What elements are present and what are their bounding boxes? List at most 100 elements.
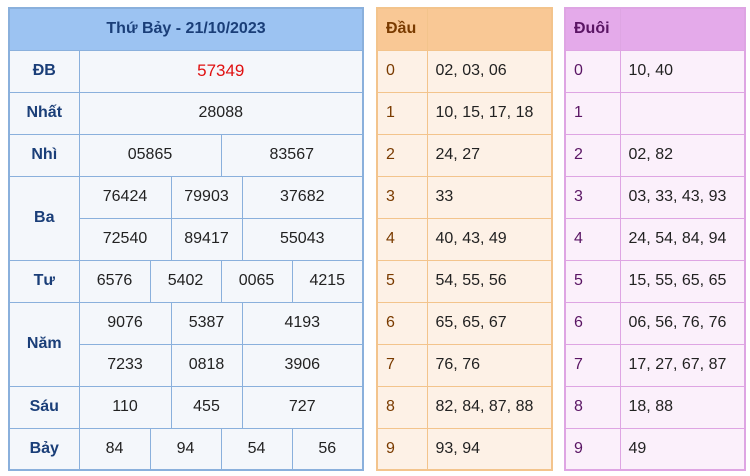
results-table: Thứ Bảy - 21/10/2023 ĐB 57349 Nhất 28088…	[8, 7, 365, 471]
duoi-row: 0 10, 40	[564, 49, 746, 93]
prize-value: 83567	[220, 133, 364, 177]
dau-key: 9	[376, 427, 428, 471]
prize-value: 54	[220, 427, 293, 471]
dau-row: 6 65, 65, 67	[376, 301, 553, 345]
dau-row: 7 76, 76	[376, 343, 553, 387]
prize-value: 79903	[170, 175, 243, 219]
dau-key: 4	[376, 217, 428, 261]
dau-value: 54, 55, 56	[426, 259, 553, 303]
prize-row-bay: Bảy 84 94 54 56	[8, 427, 364, 471]
duoi-value: 24, 54, 84, 94	[619, 217, 746, 261]
prize-value: 5402	[149, 259, 222, 303]
prize-value: 5387	[170, 301, 243, 345]
prize-value: 05865	[78, 133, 222, 177]
dau-key: 3	[376, 175, 428, 219]
dau-value: 82, 84, 87, 88	[426, 385, 553, 429]
duoi-value: 15, 55, 65, 65	[619, 259, 746, 303]
prize-value: 9076	[78, 301, 172, 345]
prize-value: 727	[241, 385, 364, 429]
results-title: Thứ Bảy - 21/10/2023	[8, 7, 364, 51]
prize-value: 3906	[241, 343, 364, 387]
prize-value: 72540	[78, 217, 172, 261]
prize-value: 55043	[241, 217, 364, 261]
dau-row: 5 54, 55, 56	[376, 259, 553, 303]
dau-key: 5	[376, 259, 428, 303]
prize-value: 0065	[220, 259, 293, 303]
dau-table: Đầu 0 02, 03, 06 1 10, 15, 17, 18 2 24, 27 …	[376, 7, 553, 471]
prize-row-ba: Ba 76424 79903 37682	[8, 175, 364, 261]
prize-value: 76424	[78, 175, 172, 219]
duoi-value: 02, 82	[619, 133, 746, 177]
duoi-row: 4 24, 54, 84, 94	[564, 217, 746, 261]
prize-label-db: ĐB	[8, 49, 80, 93]
dau-row: 3 33	[376, 175, 553, 219]
prize-label-nam: Năm	[8, 301, 80, 387]
prize-value: 4215	[291, 259, 364, 303]
duoi-value: 17, 27, 67, 87	[619, 343, 746, 387]
prize-row-tu: Tư 6576 5402 0065 4215	[8, 259, 364, 303]
prize-label-sau: Sáu	[8, 385, 80, 429]
dau-value: 10, 15, 17, 18	[426, 91, 553, 135]
duoi-key: 2	[564, 133, 621, 177]
dau-value: 93, 94	[426, 427, 553, 471]
prize-row-nhi: Nhì 05865 83567	[8, 133, 364, 177]
prize-value: 37682	[241, 175, 364, 219]
prize-label-nhi: Nhì	[8, 133, 80, 177]
duoi-row: 7 17, 27, 67, 87	[564, 343, 746, 387]
dau-row: 4 40, 43, 49	[376, 217, 553, 261]
duoi-row: 6 06, 56, 76, 76	[564, 301, 746, 345]
prize-value: 4193	[241, 301, 364, 345]
prize-value: 28088	[78, 91, 364, 135]
duoi-row: 2 02, 82	[564, 133, 746, 177]
dau-row: 9 93, 94	[376, 427, 553, 471]
dau-key: 1	[376, 91, 428, 135]
duoi-key: 9	[564, 427, 621, 471]
dau-value: 76, 76	[426, 343, 553, 387]
dau-key: 6	[376, 301, 428, 345]
duoi-row: 5 15, 55, 65, 65	[564, 259, 746, 303]
duoi-value: 18, 88	[619, 385, 746, 429]
duoi-value: 03, 33, 43, 93	[619, 175, 746, 219]
prize-row-nam: Năm 9076 5387 4193	[8, 301, 364, 387]
dau-key: 7	[376, 343, 428, 387]
dau-value: 65, 65, 67	[426, 301, 553, 345]
duoi-key: 0	[564, 49, 621, 93]
dau-row: 8 82, 84, 87, 88	[376, 385, 553, 429]
dau-row: 2 24, 27	[376, 133, 553, 177]
prize-row-nhat: Nhất 28088	[8, 91, 364, 135]
duoi-value	[619, 91, 746, 135]
duoi-value: 10, 40	[619, 49, 746, 93]
prize-value: 110	[78, 385, 172, 429]
duoi-key: 1	[564, 91, 621, 135]
duoi-key: 5	[564, 259, 621, 303]
duoi-header-blank	[619, 7, 746, 51]
dau-header-blank	[426, 7, 553, 51]
prize-value: 56	[291, 427, 364, 471]
prize-value: 6576	[78, 259, 151, 303]
dau-key: 0	[376, 49, 428, 93]
dau-key: 2	[376, 133, 428, 177]
duoi-key: 4	[564, 217, 621, 261]
duoi-row: 8 18, 88	[564, 385, 746, 429]
dau-value: 40, 43, 49	[426, 217, 553, 261]
dau-row: 0 02, 03, 06	[376, 49, 553, 93]
dau-value: 24, 27	[426, 133, 553, 177]
duoi-key: 7	[564, 343, 621, 387]
dau-row: 1 10, 15, 17, 18	[376, 91, 553, 135]
duoi-row: 1	[564, 91, 746, 135]
prize-row-sau: Sáu 110 455 727	[8, 385, 364, 429]
prize-value: 7233	[78, 343, 172, 387]
dau-value: 02, 03, 06	[426, 49, 553, 93]
prize-row-db: ĐB 57349	[8, 49, 364, 93]
duoi-key: 3	[564, 175, 621, 219]
prize-label-tu: Tư	[8, 259, 80, 303]
duoi-row: 9 49	[564, 427, 746, 471]
duoi-row: 3 03, 33, 43, 93	[564, 175, 746, 219]
dau-header: Đầu	[376, 7, 428, 51]
dau-key: 8	[376, 385, 428, 429]
prize-label-ba: Ba	[8, 175, 80, 261]
duoi-key: 6	[564, 301, 621, 345]
duoi-key: 8	[564, 385, 621, 429]
prize-value: 455	[170, 385, 243, 429]
duoi-value: 49	[619, 427, 746, 471]
